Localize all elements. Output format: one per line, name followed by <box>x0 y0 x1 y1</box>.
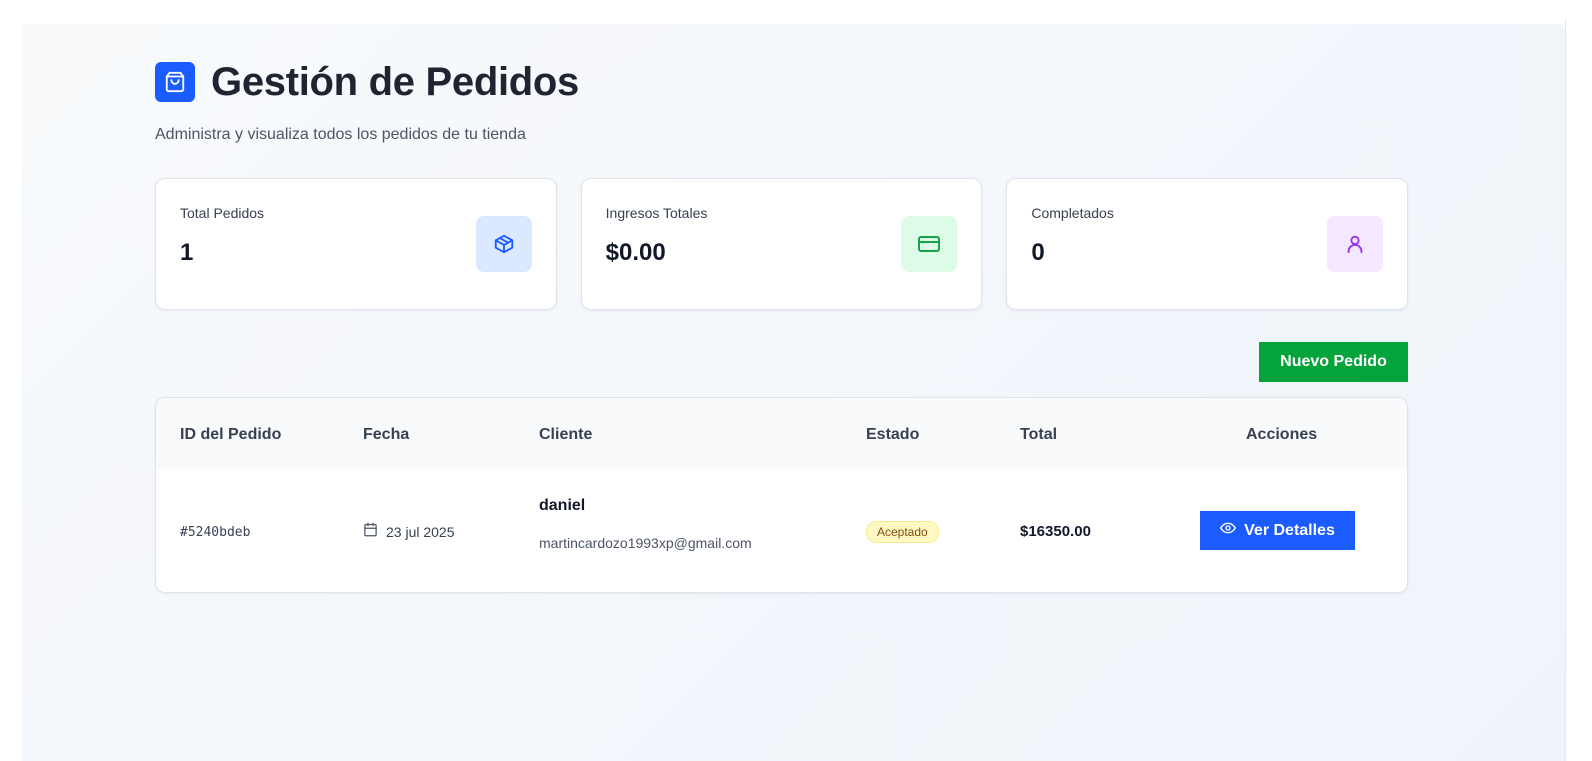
actions-row: Nuevo Pedido <box>155 342 1408 382</box>
window-edge <box>1565 0 1592 761</box>
client-name: daniel <box>539 497 586 514</box>
order-total: $16350.00 <box>1020 523 1091 540</box>
eye-icon <box>1220 520 1237 541</box>
orders-page: Gestión de Pedidos Administra y visualiz… <box>155 62 1409 593</box>
stat-card-total-revenue: Ingresos Totales $0.00 <box>580 178 983 310</box>
status-badge: Aceptado <box>866 521 939 543</box>
user-icon <box>1327 216 1384 272</box>
credit-card-icon <box>901 216 958 272</box>
package-icon <box>475 216 532 272</box>
column-header-id: ID del Pedido <box>180 426 282 443</box>
column-header-total: Total <box>1020 426 1058 443</box>
page-header: Gestión de Pedidos <box>155 62 1408 102</box>
stat-card-completed: Completados 0 <box>1006 178 1409 310</box>
view-details-button[interactable]: Ver Detalles <box>1200 511 1355 550</box>
stat-card-total-orders: Total Pedidos 1 <box>155 178 557 310</box>
shopping-bag-icon <box>155 62 195 102</box>
new-order-button[interactable]: Nuevo Pedido <box>1259 342 1408 382</box>
column-header-client: Cliente <box>539 426 593 443</box>
order-id: #5240bdeb <box>180 525 251 540</box>
client-email: martincardozo1993xp@gmail.com <box>539 535 752 551</box>
table-row: #5240bdeb 23 jul 2025 daniel martincardo… <box>156 469 1407 592</box>
column-header-status: Estado <box>866 426 920 443</box>
table-header: ID del Pedido Fecha Cliente Estado Total… <box>156 398 1407 469</box>
column-header-date: Fecha <box>363 426 410 443</box>
order-date: 23 jul 2025 <box>363 522 455 542</box>
order-date-text: 23 jul 2025 <box>386 524 455 540</box>
calendar-icon <box>363 522 378 542</box>
view-details-label: Ver Detalles <box>1244 521 1335 539</box>
page-subtitle: Administra y visualiza todos los pedidos… <box>155 126 526 143</box>
stats-row: Total Pedidos 1 Ingresos Totales $0.00 C… <box>155 178 1409 310</box>
column-header-actions: Acciones <box>1246 426 1318 443</box>
page-title: Gestión de Pedidos <box>211 60 579 104</box>
orders-table: ID del Pedido Fecha Cliente Estado Total… <box>155 397 1408 593</box>
